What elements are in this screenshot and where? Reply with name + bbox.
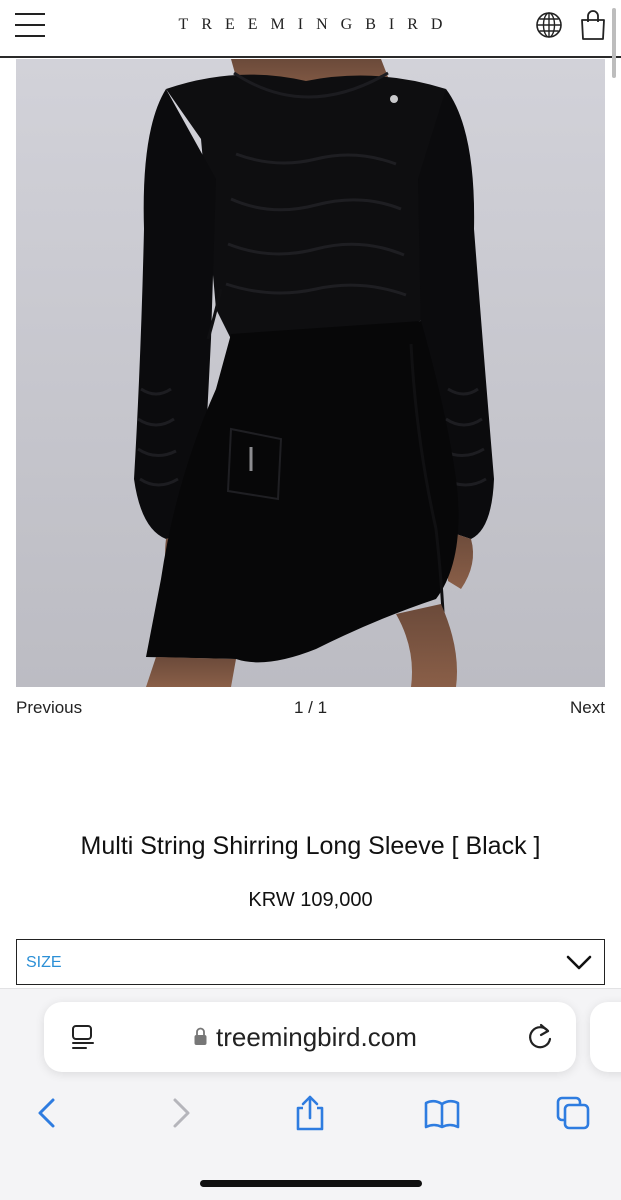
browser-toolbar: treemingbird.com bbox=[0, 988, 621, 1200]
size-select[interactable]: SIZE bbox=[16, 939, 605, 985]
home-indicator[interactable] bbox=[200, 1180, 422, 1187]
gallery-counter: 1 / 1 bbox=[293, 698, 328, 717]
brand-logo[interactable]: TREEMINGBIRD bbox=[0, 16, 621, 34]
site-header: TREEMINGBIRD bbox=[0, 0, 621, 78]
forward-icon[interactable] bbox=[162, 1095, 198, 1131]
back-icon[interactable] bbox=[30, 1095, 66, 1131]
reader-view-icon[interactable] bbox=[70, 1024, 96, 1052]
tabs-icon[interactable] bbox=[555, 1095, 591, 1131]
lock-icon bbox=[194, 1027, 207, 1045]
chevron-down-icon bbox=[566, 955, 592, 970]
shopping-bag-icon[interactable] bbox=[580, 10, 606, 40]
product-title: Multi String Shirring Long Sleeve [ Blac… bbox=[80, 832, 541, 860]
globe-icon[interactable] bbox=[535, 11, 563, 39]
address-bar[interactable]: treemingbird.com bbox=[44, 1002, 576, 1072]
product-photo[interactable] bbox=[16, 59, 605, 687]
model-illustration bbox=[16, 59, 605, 687]
product-page: TREEMINGBIRD Previous 1 / 1 Next Multi S… bbox=[0, 0, 621, 1200]
product-price: KRW 109,000 bbox=[248, 889, 373, 911]
gallery-pager: Previous 1 / 1 Next bbox=[16, 698, 605, 722]
size-select-label: SIZE bbox=[26, 954, 62, 971]
scroll-indicator bbox=[612, 8, 616, 78]
next-tab-preview[interactable] bbox=[590, 1002, 621, 1072]
next-button[interactable]: Next bbox=[570, 698, 605, 718]
share-icon[interactable] bbox=[292, 1095, 328, 1131]
bookmarks-icon[interactable] bbox=[424, 1095, 460, 1131]
reload-icon[interactable] bbox=[526, 1022, 554, 1052]
url-text[interactable]: treemingbird.com bbox=[216, 1022, 417, 1053]
